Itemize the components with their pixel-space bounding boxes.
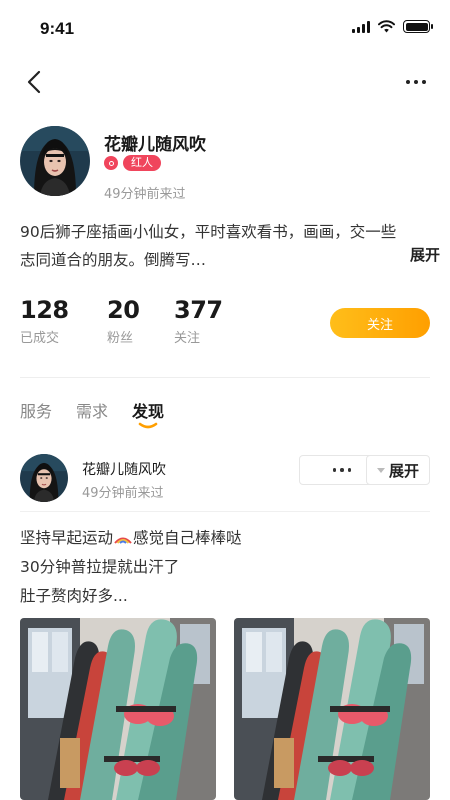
post-author-name: 花瓣儿随风吹 (82, 462, 166, 478)
cellular-signal-icon (352, 20, 370, 33)
stat-label: 粉丝 (107, 331, 134, 346)
post-text-segment: 坚持早起运动 (20, 529, 114, 547)
post-photo[interactable] (20, 618, 216, 800)
stat-value: 377 (174, 296, 223, 324)
tab-label: 发现 (132, 402, 165, 421)
stat-following[interactable]: 377 关注 (174, 296, 223, 346)
more-options-button[interactable] (400, 66, 432, 98)
stat-label: 关注 (174, 331, 201, 346)
post-header: 花瓣儿随风吹 49分钟前来过 展开 (20, 454, 430, 510)
divider (20, 511, 430, 512)
stat-fans[interactable]: 20 粉丝 (107, 296, 140, 346)
status-time: 9:41 (40, 19, 75, 38)
caret-down-icon (376, 467, 385, 473)
post-line: 肚子赘肉好多... (20, 587, 128, 605)
post-photo[interactable] (234, 618, 430, 800)
last-seen-text: 49分钟前来过 (104, 187, 186, 202)
profile-header: 花瓣儿随风吹 红人 49分钟前来过 (20, 126, 430, 206)
post-time: 49分钟前来过 (82, 486, 164, 501)
post-text-segment: 感觉自己棒棒哒 (133, 529, 242, 547)
divider (20, 377, 430, 378)
bio-line: 志同道合的朋友。倒腾写… (20, 251, 207, 269)
more-dot-icon (340, 468, 344, 472)
nav-bar (0, 58, 450, 106)
profile-bio: 90后狮子座插画小仙女，平时喜欢看书，画画，交一些 志同道合的朋友。倒腾写… (20, 218, 430, 274)
stat-value: 128 (20, 296, 69, 324)
back-button[interactable] (18, 66, 50, 98)
post-expand-label: 展开 (388, 461, 419, 480)
post-line: 坚持早起运动 感觉自己棒棒哒 (20, 524, 430, 553)
status-bar: 9:41 (0, 0, 450, 58)
more-dot-icon (406, 80, 410, 84)
profile-stats: 128 已成交 20 粉丝 377 关注 关注 (20, 296, 430, 352)
stat-deals[interactable]: 128 已成交 (20, 296, 69, 346)
bio-line: 90后狮子座插画小仙女，平时喜欢看书，画画，交一些 (20, 223, 397, 241)
content-tabs: 服务 需求 发现 (20, 398, 164, 432)
more-dot-icon (332, 468, 337, 472)
wifi-icon (378, 20, 395, 33)
badge-row: 红人 (104, 155, 161, 171)
stat-label: 已成交 (20, 331, 60, 346)
influencer-badge-icon (104, 156, 118, 170)
active-tab-indicator (138, 422, 158, 429)
follow-button[interactable]: 关注 (330, 308, 430, 338)
tab-demands[interactable]: 需求 (76, 398, 108, 432)
post-expand-button[interactable]: 展开 (366, 455, 430, 485)
battery-icon (403, 20, 433, 33)
influencer-badge: 红人 (123, 155, 161, 171)
more-dot-icon (347, 468, 352, 472)
tab-services[interactable]: 服务 (20, 398, 52, 432)
profile-name: 花瓣儿随风吹 (104, 135, 206, 155)
post-line: 30分钟普拉提就出汗了 (20, 558, 180, 576)
bio-expand-button[interactable]: 展开 (410, 244, 440, 265)
post-text: 坚持早起运动 感觉自己棒棒哒 30分钟普拉提就出汗了 肚子赘肉好多... (20, 524, 430, 611)
more-dot-icon (422, 80, 426, 84)
post-author-avatar[interactable] (20, 454, 68, 502)
tab-discover[interactable]: 发现 (132, 398, 164, 432)
stat-value: 20 (107, 296, 140, 324)
status-icons (352, 20, 433, 33)
more-dot-icon (414, 80, 418, 84)
rainbow-emoji-icon (114, 537, 132, 544)
chevron-left-icon (27, 70, 41, 94)
profile-avatar[interactable] (20, 126, 90, 196)
